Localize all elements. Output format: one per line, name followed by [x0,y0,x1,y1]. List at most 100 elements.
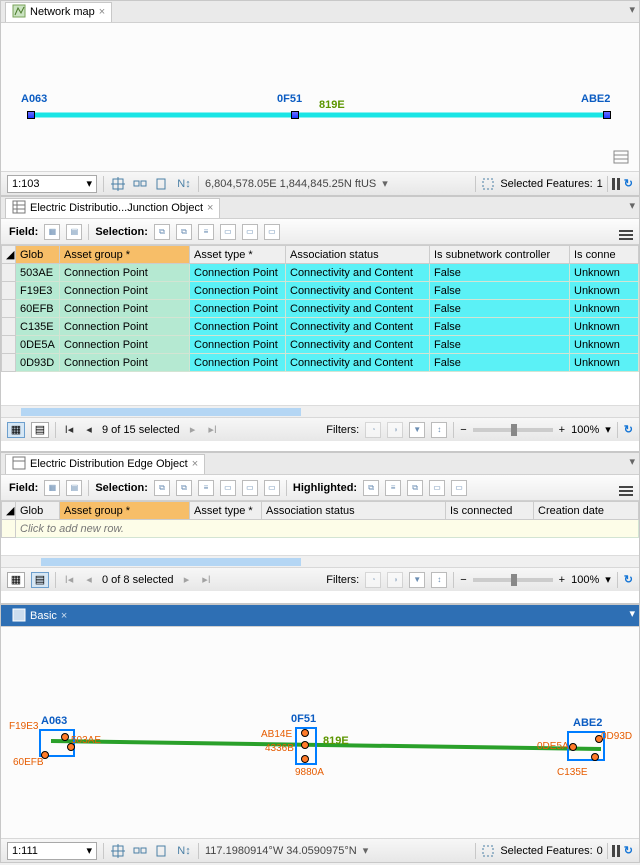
refresh-icon[interactable]: ↻ [624,844,633,857]
filter-icon-1[interactable]: ◔ [365,572,381,588]
nav-next-icon[interactable]: ▸ [186,423,200,437]
tool-icon-4[interactable]: N↕ [176,176,192,192]
nav-first-icon[interactable]: I◂ [62,573,76,587]
col-glob[interactable]: Glob [16,246,60,264]
row-selector[interactable] [2,264,16,282]
col-asset-type[interactable]: Asset type * [190,246,286,264]
refresh-icon[interactable]: ↻ [624,573,633,586]
row-selector[interactable] [2,318,16,336]
collapse-icon[interactable]: ▾ [629,455,635,468]
tool-icon-1[interactable] [110,843,126,859]
sel-icon-2[interactable]: ⧉ [176,224,192,240]
nav-next-icon[interactable]: ▸ [180,573,194,587]
tool-icon-2[interactable] [132,176,148,192]
hl-icon-4[interactable]: ▭ [429,480,445,496]
feature-point[interactable] [301,755,309,763]
feature-point[interactable] [301,729,309,737]
refresh-icon[interactable]: ↻ [624,423,633,436]
hscrollbar[interactable] [1,405,639,417]
close-icon[interactable]: × [207,202,213,214]
sel-icon-4[interactable]: ▭ [220,480,236,496]
feature-point[interactable] [569,743,577,751]
map1-canvas[interactable]: A063 0F51 819E ABE2 [1,23,639,171]
row-selector[interactable] [2,282,16,300]
hl-icon-5[interactable]: ▭ [451,480,467,496]
close-icon[interactable]: × [61,610,67,622]
sel-icon-3[interactable]: ≡ [198,224,214,240]
col-asset-group[interactable]: Asset group * [60,502,190,520]
col-conn[interactable]: Is connected [446,502,534,520]
hamburger-icon[interactable] [619,479,633,496]
selection-icon[interactable] [480,843,496,859]
filter-arrows-icon[interactable]: ↕ [431,572,447,588]
sel-icon-5[interactable]: ▭ [242,224,258,240]
col-assoc[interactable]: Association status [286,246,430,264]
table-row[interactable]: F19E3Connection PointConnection PointCon… [2,282,639,300]
zoom-dropdown-icon[interactable]: ▾ [605,423,611,436]
scale-combo[interactable]: 1:111▾ [7,842,97,860]
close-icon[interactable]: × [99,6,105,18]
scale-combo[interactable]: 1:103▾ [7,175,97,193]
tool-icon-1[interactable] [110,176,126,192]
collapse-icon[interactable]: ▾ [629,199,635,212]
sel-icon-4[interactable]: ▭ [220,224,236,240]
refresh-icon[interactable]: ↻ [624,177,633,190]
field-calc-icon[interactable]: ▤ [66,224,82,240]
pause-icon[interactable] [612,178,620,190]
table-row[interactable]: 0DE5AConnection PointConnection PointCon… [2,336,639,354]
table-preview-icon[interactable] [613,150,629,167]
feature-point[interactable] [591,753,599,761]
feature-point[interactable] [301,741,309,749]
node-abe2[interactable] [603,111,611,119]
row-selector[interactable] [2,354,16,372]
col-subnet[interactable]: Is subnetwork controller [430,246,570,264]
col-conn[interactable]: Is conne [570,246,639,264]
pause-icon[interactable] [612,845,620,857]
tool-icon-3[interactable] [154,843,170,859]
hl-icon-2[interactable]: ≡ [385,480,401,496]
nav-last-icon[interactable]: ▸I [206,423,220,437]
zoom-plus[interactable]: + [559,574,565,586]
col-date[interactable]: Creation date [534,502,639,520]
add-row[interactable]: Click to add new row. [2,520,639,538]
table-row[interactable]: 503AEConnection PointConnection PointCon… [2,264,639,282]
sel-icon-3[interactable]: ≡ [198,480,214,496]
map2-canvas[interactable]: A063 F19E3 503AE 60EFB 0F51 AB14E 4336B … [1,627,639,838]
tool-icon-3[interactable] [154,176,170,192]
zoom-minus[interactable]: − [460,574,466,586]
zoom-slider[interactable] [473,578,553,582]
view-all-toggle[interactable]: ▦ [7,422,25,438]
col-assoc[interactable]: Association status [262,502,446,520]
row-selector[interactable] [2,336,16,354]
filter-icon-2[interactable]: ◑ [387,422,403,438]
hl-icon-3[interactable]: ⧉ [407,480,423,496]
filter-icon-1[interactable]: ◔ [365,422,381,438]
filter-icon-2[interactable]: ◑ [387,572,403,588]
tab-network-map[interactable]: Network map × [5,2,112,22]
feature-point[interactable] [61,733,69,741]
row-selector-header[interactable]: ◢ [2,502,16,520]
table-row[interactable]: C135EConnection PointConnection PointCon… [2,318,639,336]
tool-icon-2[interactable] [132,843,148,859]
sel-icon-6[interactable]: ▭ [264,224,280,240]
nav-prev-icon[interactable]: ◂ [82,423,96,437]
hl-icon-1[interactable]: ⧉ [363,480,379,496]
sel-icon-1[interactable]: ⧉ [154,224,170,240]
coord-dropdown-icon[interactable]: ▾ [363,844,369,857]
node-0f51[interactable] [291,111,299,119]
view-sel-toggle[interactable]: ▤ [31,422,49,438]
view-all-toggle[interactable]: ▦ [7,572,25,588]
field-add-icon[interactable]: ▦ [44,480,60,496]
hscrollbar[interactable] [1,555,639,567]
row-selector-header[interactable]: ◢ [2,246,16,264]
close-icon[interactable]: × [192,458,198,470]
collapse-icon[interactable]: ▾ [629,607,635,620]
filter-funnel-icon[interactable]: ▼ [409,422,425,438]
tab-junction-object[interactable]: Electric Distributio...Junction Object × [5,198,220,218]
tab-edge-object[interactable]: Electric Distribution Edge Object × [5,454,205,474]
row-selector[interactable] [2,300,16,318]
col-asset-type[interactable]: Asset type * [190,502,262,520]
col-glob[interactable]: Glob [16,502,60,520]
selection-icon[interactable] [480,176,496,192]
sel-icon-5[interactable]: ▭ [242,480,258,496]
